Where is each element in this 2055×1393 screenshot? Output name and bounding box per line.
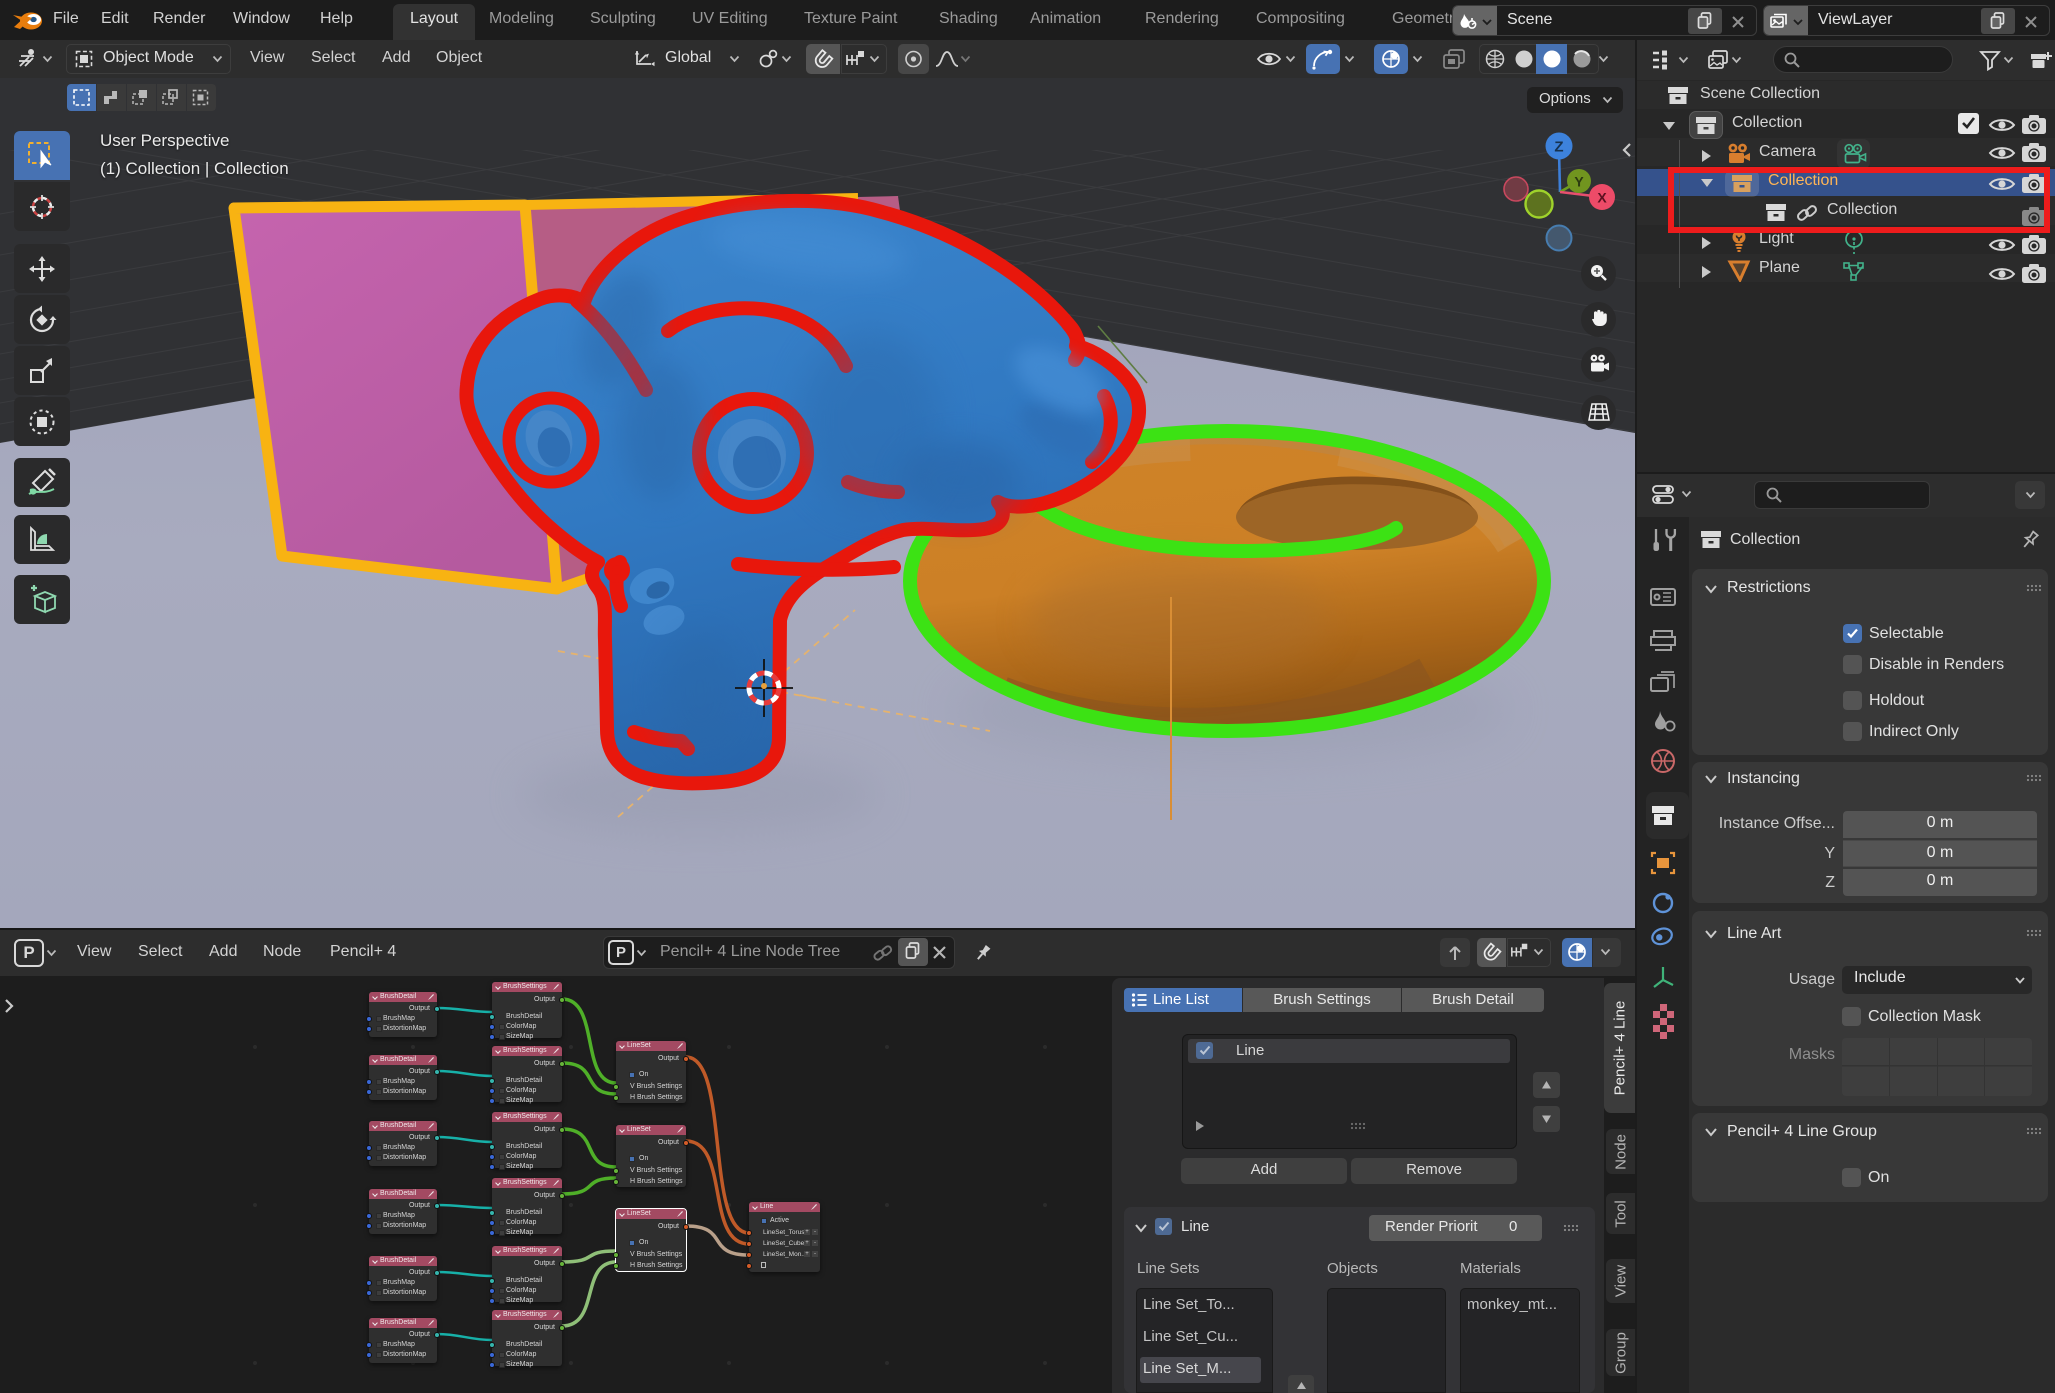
svg-text:Y: Y <box>1574 174 1584 190</box>
svg-text:X: X <box>1597 190 1607 206</box>
svg-text:Z: Z <box>1554 139 1563 156</box>
